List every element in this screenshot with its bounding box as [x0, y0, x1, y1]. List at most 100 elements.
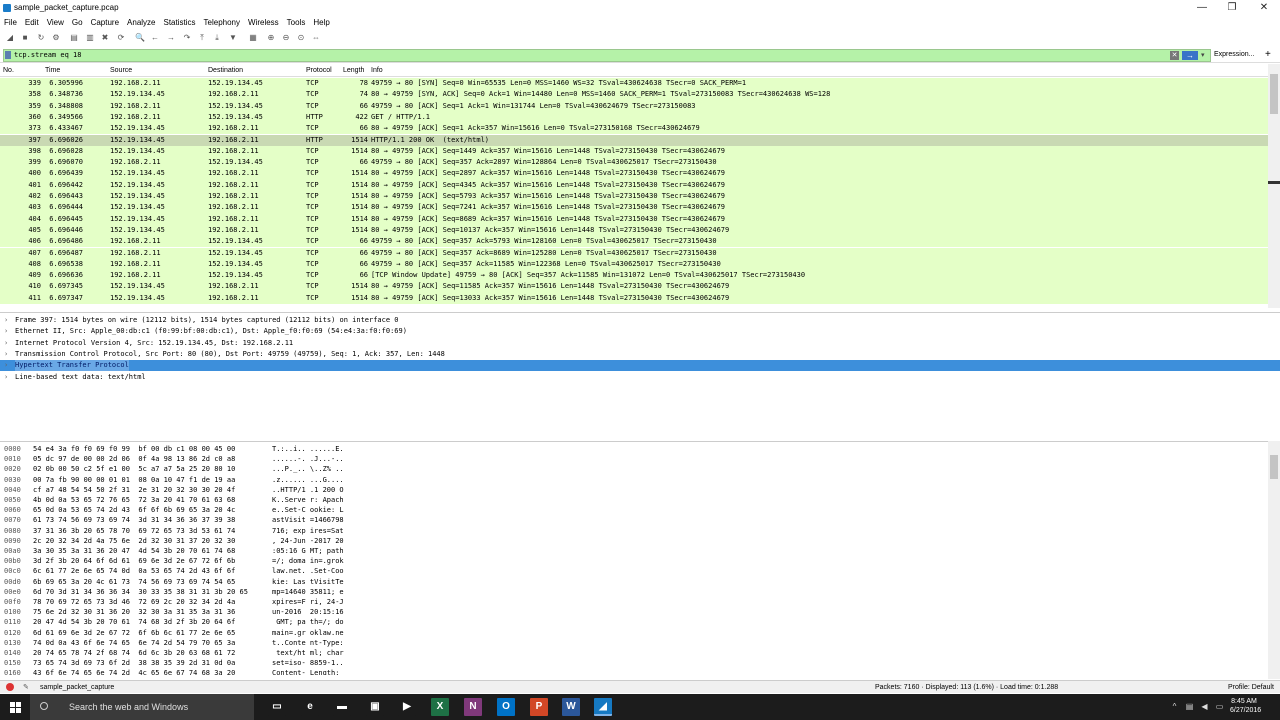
start-capture-icon[interactable]: ◢: [5, 33, 15, 43]
bytes-hex[interactable]: 65 0d 0a 53 65 74 2d 43 6f 6f 6b 69 65 3…: [33, 505, 235, 515]
expand-arrow-icon[interactable]: ›: [4, 360, 8, 371]
restore-button[interactable]: ❐: [1217, 0, 1247, 16]
bytes-ascii[interactable]: un-2016 20:15:16: [272, 607, 344, 617]
go-to-packet-icon[interactable]: ↷: [182, 33, 192, 43]
menu-view[interactable]: View: [43, 16, 68, 30]
expand-arrow-icon[interactable]: ›: [4, 338, 8, 349]
packet-row[interactable]: 397 6.696026 152.19.134.45 192.168.2.11 HTTP…: [0, 134, 1268, 146]
bytes-ascii[interactable]: set=iso- 8859-1..: [272, 658, 344, 668]
column-header-destination[interactable]: Destination: [208, 67, 243, 74]
bytes-ascii[interactable]: mp=14640 35811; e: [272, 587, 344, 597]
bytes-ascii[interactable]: law.net. .Set-Coo: [272, 566, 344, 576]
expert-info-icon[interactable]: [6, 683, 14, 691]
bytes-ascii[interactable]: ...P._.. \..Z% ..: [272, 464, 344, 474]
bytes-ascii[interactable]: T.:..i.. ......E.: [272, 444, 344, 454]
packet-row[interactable]: 358 6.348736 152.19.134.45 192.168.2.11 TCP 7…: [0, 89, 1268, 101]
packet-list-scrollbar[interactable]: [1268, 64, 1280, 308]
expression-button[interactable]: Expression...: [1214, 51, 1254, 58]
taskbar-search-box[interactable]: Search the web and Windows: [30, 694, 254, 720]
notifications-icon[interactable]: ▭: [1215, 702, 1224, 711]
go-first-icon[interactable]: ⤒: [197, 33, 207, 43]
edge-icon[interactable]: e: [301, 698, 319, 716]
filter-history-dropdown[interactable]: ▾: [1201, 51, 1209, 60]
media-player-icon[interactable]: ▶: [398, 698, 416, 716]
menu-tools[interactable]: Tools: [283, 16, 310, 30]
file-explorer-icon[interactable]: ▬: [333, 698, 351, 716]
apply-filter-button[interactable]: →: [1182, 51, 1198, 60]
detail-row[interactable]: › Frame 397: 1514 bytes on wire (12112 bi…: [0, 315, 1280, 326]
add-filter-button[interactable]: +: [1265, 50, 1271, 60]
close-window-button[interactable]: ✕: [1249, 0, 1279, 16]
expand-arrow-icon[interactable]: ›: [4, 349, 8, 360]
normal-size-icon[interactable]: ⊙: [296, 33, 306, 43]
packet-row[interactable]: 411 6.697347 152.19.134.45 192.168.2.11 TCP 1…: [0, 292, 1268, 304]
powerpoint-icon[interactable]: P: [530, 698, 548, 716]
detail-row[interactable]: › Line-based text data: text/html: [0, 372, 1280, 383]
resize-columns-icon[interactable]: ⇔: [311, 33, 321, 43]
menu-help[interactable]: Help: [309, 16, 333, 30]
bytes-hex[interactable]: cf a7 48 54 54 50 2f 31 2e 31 20 32 30 3…: [33, 485, 235, 495]
restart-capture-icon[interactable]: ↻: [36, 33, 46, 43]
bytes-ascii[interactable]: e..Set-C ookie: L: [272, 505, 344, 515]
edit-comment-icon[interactable]: ✎: [23, 683, 29, 691]
bytes-hex[interactable]: 37 31 36 3b 20 65 78 70 69 72 65 73 3d 5…: [33, 526, 235, 536]
network-icon[interactable]: ▤: [1185, 702, 1194, 711]
store-icon[interactable]: ▣: [366, 698, 384, 716]
packet-row[interactable]: 407 6.696487 192.168.2.11 152.19.134.45 TCP 6…: [0, 247, 1268, 259]
zoom-in-icon[interactable]: ⊕: [266, 33, 276, 43]
start-button[interactable]: [0, 694, 30, 720]
outlook-icon[interactable]: O: [497, 698, 515, 716]
go-last-icon[interactable]: ⤓: [212, 33, 222, 43]
volume-icon[interactable]: ◀: [1200, 702, 1209, 711]
packet-row[interactable]: 360 6.349566 192.168.2.11 152.19.134.45 HTTP…: [0, 111, 1268, 124]
bytes-ascii[interactable]: main=.gr oklaw.ne: [272, 628, 344, 638]
packet-row[interactable]: 400 6.696439 152.19.134.45 192.168.2.11 TCP 1…: [0, 168, 1268, 180]
bytes-ascii[interactable]: astVisit =1466798: [272, 515, 344, 525]
excel-icon[interactable]: X: [431, 698, 449, 716]
menu-edit[interactable]: Edit: [21, 16, 43, 30]
packet-row[interactable]: 402 6.696443 152.19.134.45 192.168.2.11 TCP 1…: [0, 191, 1268, 203]
bytes-hex[interactable]: 2c 20 32 34 2d 4a 75 6e 2d 32 30 31 37 2…: [33, 536, 235, 546]
stop-capture-icon[interactable]: ■: [20, 33, 30, 43]
save-file-icon[interactable]: ▥: [85, 33, 95, 43]
bytes-pane-scroll-thumb[interactable]: [1270, 455, 1278, 479]
column-header-info[interactable]: Info: [371, 67, 383, 74]
bytes-ascii[interactable]: kie: Las tVisitTe: [272, 577, 344, 587]
bytes-hex[interactable]: 74 0d 0a 43 6f 6e 74 65 6e 74 2d 54 79 7…: [33, 638, 235, 648]
taskbar-clock[interactable]: 8:45 AM 6/27/2016: [1230, 697, 1261, 715]
bytes-hex[interactable]: 73 65 74 3d 69 73 6f 2d 38 38 35 39 2d 3…: [33, 658, 235, 668]
clear-filter-button[interactable]: ✕: [1170, 51, 1179, 60]
display-filter-input[interactable]: tcp.stream eq 18: [3, 49, 1211, 62]
detail-row[interactable]: › Internet Protocol Version 4, Src: 152.1…: [0, 338, 1280, 349]
column-header-protocol[interactable]: Protocol: [306, 67, 332, 74]
filter-bookmark-icon[interactable]: [5, 51, 11, 59]
menu-go[interactable]: Go: [68, 16, 87, 30]
menu-telephony[interactable]: Telephony: [200, 16, 244, 30]
bytes-hex[interactable]: 61 73 74 56 69 73 69 74 3d 31 34 36 36 3…: [33, 515, 235, 525]
expand-arrow-icon[interactable]: ›: [4, 315, 8, 326]
bytes-ascii[interactable]: ......-. .J...-..: [272, 454, 344, 464]
colorize-icon[interactable]: ▦: [248, 33, 258, 43]
bytes-ascii[interactable]: .z...... ...G....: [272, 475, 344, 485]
packet-row[interactable]: 399 6.696070 192.168.2.11 152.19.134.45 TCP 6…: [0, 157, 1268, 169]
bytes-hex[interactable]: 6c 61 77 2e 6e 65 74 0d 0a 53 65 74 2d 4…: [33, 566, 235, 576]
bytes-ascii[interactable]: =/; doma in=.grok: [272, 556, 344, 566]
bytes-hex[interactable]: 78 70 69 72 65 73 3d 46 72 69 2c 20 32 3…: [33, 597, 235, 607]
tray-chevron-icon[interactable]: ^: [1170, 702, 1179, 711]
bytes-ascii[interactable]: ..HTTP/1 .1 200 O: [272, 485, 344, 495]
task-view-icon[interactable]: ▭: [268, 698, 286, 716]
capture-options-icon[interactable]: ⚙: [51, 33, 61, 43]
bytes-ascii[interactable]: K..Serve r: Apach: [272, 495, 344, 505]
column-header-no[interactable]: No.: [3, 67, 14, 74]
menu-analyze[interactable]: Analyze: [123, 16, 159, 30]
bytes-hex[interactable]: 05 dc 97 de 00 00 2d 06 0f 4a 98 13 86 2…: [33, 454, 235, 464]
packet-row[interactable]: 403 6.696444 152.19.134.45 192.168.2.11 TCP 1…: [0, 202, 1268, 214]
packet-row[interactable]: 339 6.305996 192.168.2.11 152.19.134.45 TCP 7…: [0, 78, 1268, 90]
bytes-hex[interactable]: 6d 61 69 6e 3d 2e 67 72 6f 6b 6c 61 77 2…: [33, 628, 235, 638]
bytes-hex[interactable]: 20 47 4d 54 3b 20 70 61 74 68 3d 2f 3b 2…: [33, 617, 235, 627]
packet-row[interactable]: 404 6.696445 152.19.134.45 192.168.2.11 TCP 1…: [0, 213, 1268, 225]
go-forward-icon[interactable]: →: [166, 33, 176, 43]
detail-row[interactable]: › Hypertext Transfer Protocol: [0, 360, 1280, 372]
packet-row[interactable]: 408 6.696538 192.168.2.11 152.19.134.45 TCP 6…: [0, 258, 1268, 271]
bytes-ascii[interactable]: t..Conte nt-Type:: [272, 638, 344, 648]
